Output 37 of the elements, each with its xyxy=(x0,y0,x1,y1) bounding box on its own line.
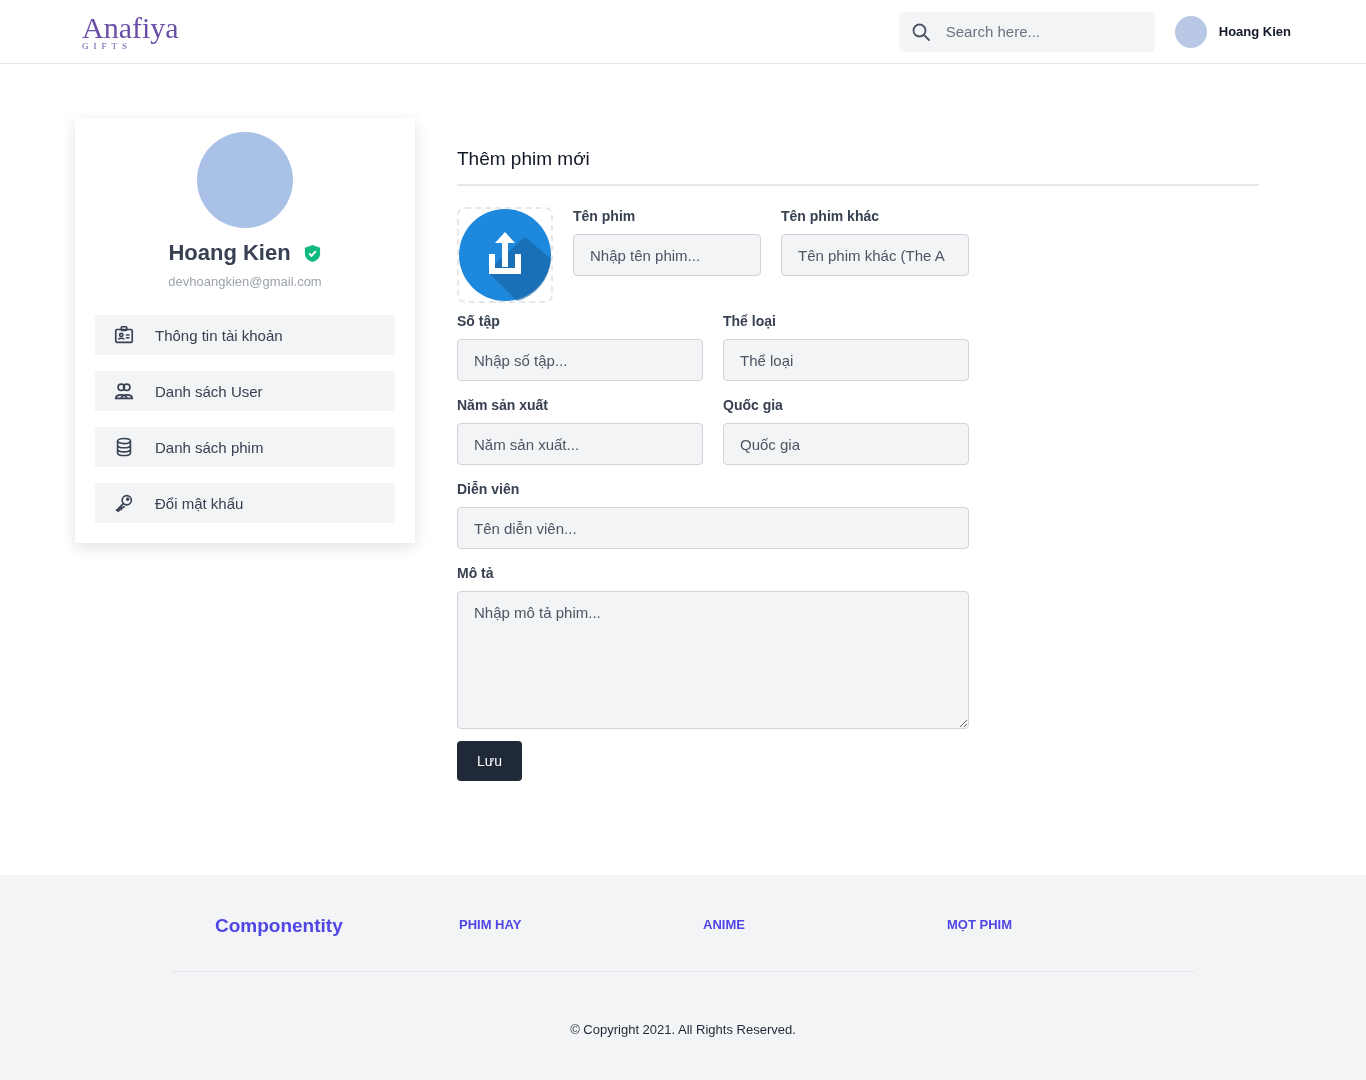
input-field[interactable]: Tên diễn viên... xyxy=(457,507,969,549)
form-title: Thêm phim mới xyxy=(457,148,1259,186)
field-label: Thể loại xyxy=(723,313,777,329)
user-name[interactable]: Hoang Kien xyxy=(1218,24,1291,39)
upload-button[interactable] xyxy=(457,207,553,303)
menu-item[interactable]: Danh sách User xyxy=(95,371,395,411)
profile-name: Hoang Kien xyxy=(168,240,291,266)
input-field[interactable]: Tên phim khác (The A xyxy=(781,234,969,276)
input-field[interactable]: Quốc gia xyxy=(723,423,969,465)
footer-brand[interactable]: Componentity xyxy=(215,915,459,937)
save-button[interactable]: Lưu xyxy=(457,741,522,781)
input-field[interactable]: Thể loại xyxy=(723,339,969,381)
field-label: Năm sản xuất xyxy=(457,397,550,413)
users-icon xyxy=(113,380,135,402)
menu-item[interactable]: Đổi mật khẩu xyxy=(95,483,395,523)
profile-email: devhoangkien@gmail.com xyxy=(168,274,322,289)
input-field[interactable]: Năm sản xuất... xyxy=(457,423,703,465)
key-icon xyxy=(113,492,135,514)
field-label: Mô tả xyxy=(457,565,495,581)
id-card-icon xyxy=(113,324,135,346)
input-field[interactable]: Nhập số tập... xyxy=(457,339,703,381)
field-label: Tên phim khác xyxy=(781,208,881,224)
menu-item[interactable]: Danh sách phim xyxy=(95,427,395,467)
field-label: Quốc gia xyxy=(723,397,784,413)
field-label: Số tập xyxy=(457,313,501,329)
copyright-text: © Copyright 2021. All Rights Reserved. xyxy=(570,1022,796,1037)
textarea-field[interactable]: Nhập mô tả phim... xyxy=(457,591,969,729)
menu-item[interactable]: Thông tin tài khoản xyxy=(95,315,395,355)
footer-link[interactable]: ANIME xyxy=(703,917,947,932)
field-label: Diễn viên xyxy=(457,481,521,497)
footer-link[interactable]: PHIM HAY xyxy=(459,917,703,932)
search-field[interactable]: Search here... xyxy=(898,11,1155,52)
footer-link[interactable]: MỌT PHIM xyxy=(947,917,1191,932)
logo[interactable]: Anafiya GIFTS xyxy=(82,12,179,51)
field-label: Tên phim xyxy=(573,208,637,224)
upload-icon xyxy=(459,209,551,301)
input-field[interactable]: Nhập tên phim... xyxy=(573,234,761,276)
